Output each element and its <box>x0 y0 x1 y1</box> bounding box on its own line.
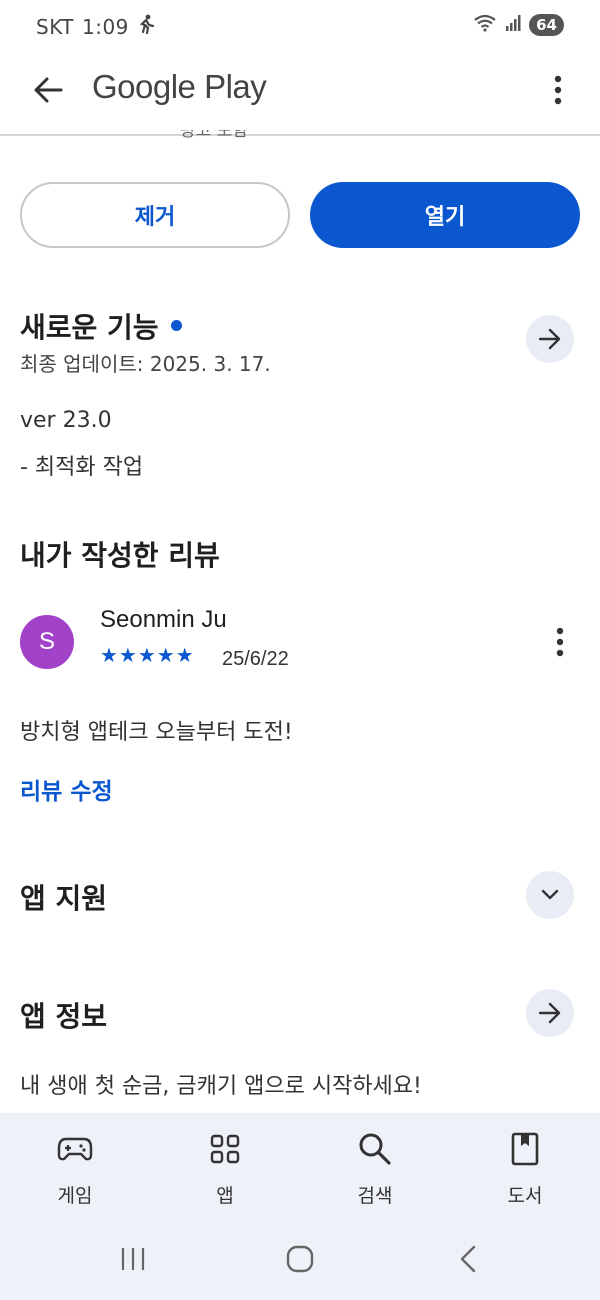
wifi-icon <box>473 14 497 36</box>
header-divider <box>0 134 600 136</box>
recents-icon <box>121 1248 145 1270</box>
my-review-heading: 내가 작성한 리뷰 <box>20 539 220 572</box>
nav-item-books[interactable]: 도서 <box>450 1113 600 1223</box>
open-button[interactable]: 열기 <box>310 182 580 248</box>
running-icon <box>137 14 155 39</box>
edit-review-link[interactable]: 리뷰 수정 <box>20 772 113 806</box>
search-icon <box>358 1129 392 1169</box>
review-more-button[interactable] <box>548 624 572 660</box>
whats-new-arrow-button[interactable] <box>526 315 574 363</box>
reviewer-name: Seonmin Ju <box>100 606 227 633</box>
whats-new-title: 새로운 기능 <box>20 311 159 344</box>
app-description: 내 생애 첫 순금, 금캐기 앱으로 시작하세요! <box>20 1074 422 1099</box>
carrier-label: SKT <box>36 14 74 39</box>
new-indicator-dot <box>170 319 182 331</box>
release-notes: - 최적화 작업 <box>20 455 144 480</box>
system-navigation-bar <box>0 1225 600 1295</box>
recent-apps-button[interactable] <box>103 1239 163 1279</box>
app-support-heading: 앱 지원 <box>20 882 108 915</box>
whats-new-heading: 새로운 기능 <box>20 306 182 346</box>
app-info-heading: 앱 정보 <box>20 1000 108 1033</box>
app-support-expand-button[interactable] <box>526 871 574 919</box>
status-left: SKT 1:09 <box>36 14 155 39</box>
nav-label-games: 게임 <box>57 1185 93 1207</box>
battery-indicator: 64 <box>529 14 564 36</box>
status-bar: SKT 1:09 64 <box>0 0 600 52</box>
nav-label-search: 검색 <box>357 1185 393 1207</box>
uninstall-button[interactable]: 제거 <box>20 182 290 248</box>
review-text: 방치형 앱테크 오늘부터 도전! <box>20 720 293 745</box>
nav-item-search[interactable]: 검색 <box>300 1113 450 1223</box>
home-button[interactable] <box>270 1239 330 1279</box>
nav-label-apps: 앱 <box>216 1185 234 1207</box>
more-vert-icon <box>556 627 564 657</box>
star-rating: ★★★★★ <box>100 643 195 667</box>
review-date: 25/6/22 <box>222 648 289 670</box>
arrow-back-icon <box>34 77 63 103</box>
back-button[interactable] <box>28 70 68 110</box>
chevron-down-icon <box>541 889 559 900</box>
arrow-forward-icon <box>538 1002 561 1024</box>
book-icon <box>511 1129 539 1169</box>
clock: 1:09 <box>81 14 129 39</box>
more-options-button[interactable] <box>546 70 570 110</box>
chevron-left-icon <box>460 1245 476 1273</box>
nav-label-books: 도서 <box>507 1185 543 1207</box>
app-bar: Google Play <box>0 52 600 132</box>
gamepad-icon <box>57 1129 93 1169</box>
bottom-navigation: 게임 앱 검색 도서 <box>0 1113 600 1300</box>
version-text: ver 23.0 <box>20 408 112 433</box>
system-back-button[interactable] <box>438 1239 498 1279</box>
signal-icon <box>505 14 521 36</box>
status-right: 64 <box>473 14 564 36</box>
ads-notice: 광고 포함 <box>180 130 248 141</box>
nav-item-games[interactable]: 게임 <box>0 1113 150 1223</box>
nav-item-apps[interactable]: 앱 <box>150 1113 300 1223</box>
avatar: S <box>20 615 74 669</box>
home-icon <box>286 1245 314 1273</box>
apps-grid-icon <box>210 1129 240 1169</box>
more-vert-icon <box>554 75 562 105</box>
page-title: Google Play <box>92 68 267 105</box>
arrow-forward-icon <box>538 328 561 350</box>
last-updated: 최종 업데이트: 2025. 3. 17. <box>20 352 271 376</box>
app-info-arrow-button[interactable] <box>526 989 574 1037</box>
